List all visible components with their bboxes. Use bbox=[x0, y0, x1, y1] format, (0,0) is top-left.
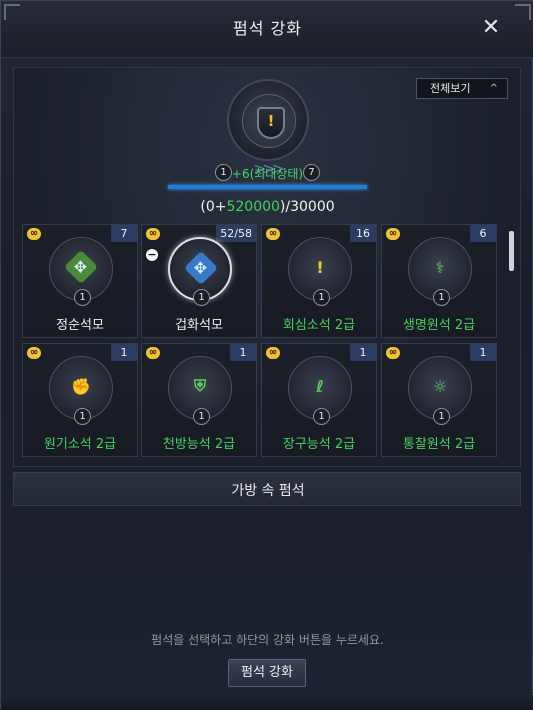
item-count: 52/58 bbox=[216, 225, 256, 242]
bone-gem-icon: ⚕ bbox=[428, 255, 452, 279]
item-count: 16 bbox=[350, 225, 376, 242]
infinite-icon: ∞ bbox=[266, 347, 280, 359]
shield-exclamation-gem-icon: ! bbox=[308, 255, 332, 279]
item-count: 1 bbox=[350, 344, 376, 361]
item-card[interactable]: ∞ 16! 1 회심소석 2급 bbox=[261, 224, 377, 338]
gem-glyph: ✊ bbox=[71, 376, 91, 396]
scrollbar-thumb[interactable] bbox=[509, 231, 514, 271]
infinite-icon: ∞ bbox=[266, 228, 280, 240]
item-count: 1 bbox=[230, 344, 256, 361]
item-card[interactable]: ∞ 1 ℓ 1 장구능석 2급 bbox=[261, 343, 377, 457]
remove-icon[interactable]: − bbox=[146, 249, 158, 261]
fist-gem-icon: ✊ bbox=[69, 374, 93, 398]
swirl-gem-icon: ℓ bbox=[308, 374, 332, 398]
infinite-icon: ∞ bbox=[146, 228, 160, 240]
level-badge-right: 7 bbox=[303, 164, 320, 181]
item-level-badge: 1 bbox=[313, 289, 330, 306]
item-card[interactable]: ∞ 1 ☼ 1 통찰원석 2급 bbox=[381, 343, 497, 457]
gem-glyph: ℓ bbox=[316, 376, 324, 396]
progress-close: )/30000 bbox=[279, 199, 335, 215]
gem-glyph: ✥ bbox=[194, 258, 208, 278]
green-diamond-gem-icon: ✥ bbox=[64, 250, 98, 284]
item-name: 생명원석 2급 bbox=[402, 318, 476, 333]
item-count: 1 bbox=[470, 344, 496, 361]
gem-glyph: ! bbox=[316, 257, 324, 277]
infinite-icon: ∞ bbox=[386, 228, 400, 240]
gem-glyph: ☼ bbox=[432, 376, 448, 396]
item-name: 겁화석모 bbox=[175, 318, 223, 333]
progress-bonus: 520000 bbox=[226, 199, 280, 215]
enhance-button[interactable]: 펌석 강화 bbox=[228, 659, 306, 687]
main-item-slot[interactable]: ! bbox=[227, 79, 309, 161]
item-card[interactable]: ∞ 1 ⛨ 1 천방능석 2급 bbox=[141, 343, 257, 457]
progress-text: (0+520000)/30000 bbox=[1, 199, 533, 215]
view-all-dropdown[interactable]: 전체보기 ^ bbox=[416, 78, 508, 99]
item-name: 회심소석 2급 bbox=[282, 318, 356, 333]
item-card[interactable]: ∞ 7 ✥ 1 정순석모 bbox=[22, 224, 138, 338]
shield-exclamation-icon: ! bbox=[257, 107, 285, 139]
item-name: 장구능석 2급 bbox=[282, 437, 356, 452]
view-all-label: 전체보기 bbox=[430, 82, 471, 95]
item-card[interactable]: ∞ − 52/58 ✥ 1 겁화석모 bbox=[141, 224, 257, 338]
item-level-badge: 1 bbox=[433, 289, 450, 306]
item-name: 천방능석 2급 bbox=[162, 437, 236, 452]
item-name: 원기소석 2급 bbox=[43, 437, 117, 452]
item-level-badge: 1 bbox=[74, 408, 91, 425]
item-level-badge: 1 bbox=[193, 408, 210, 425]
gem-glyph: ✥ bbox=[74, 257, 88, 277]
item-level-badge: 1 bbox=[193, 289, 210, 306]
item-count: 7 bbox=[111, 225, 137, 242]
title-bar: 펌석 강화 ✕ bbox=[1, 1, 533, 58]
gem-glyph: ⛨ bbox=[193, 376, 206, 395]
bottom-strip bbox=[1, 695, 533, 710]
hint-text: 펌석을 선택하고 하단의 강화 버튼을 누르세요. bbox=[151, 633, 384, 647]
item-level-badge: 1 bbox=[313, 408, 330, 425]
infinite-icon: ∞ bbox=[27, 347, 41, 359]
item-count: 6 bbox=[470, 225, 496, 242]
item-name: 정순석모 bbox=[56, 318, 104, 333]
blue-diamond-gem-icon: ✥ bbox=[184, 251, 218, 285]
progress-open: (0+ bbox=[200, 199, 227, 215]
item-level-badge: 1 bbox=[433, 408, 450, 425]
window-title: 펌석 강화 bbox=[233, 19, 302, 38]
enhance-window: 펌석 강화 ✕ 전체보기 ^ ! >>> 1 +6(최대상태) 7 (0+520… bbox=[0, 0, 533, 710]
infinite-icon: ∞ bbox=[27, 228, 41, 240]
gem-glyph: ⚕ bbox=[435, 257, 445, 277]
item-card[interactable]: ∞ 6 ⚕ 1 생명원석 2급 bbox=[381, 224, 497, 338]
item-count: 1 bbox=[111, 344, 137, 361]
item-card[interactable]: ∞ 1 ✊ 1 원기소석 2급 bbox=[22, 343, 138, 457]
chevron-up-icon: ^ bbox=[489, 83, 498, 94]
infinite-icon: ∞ bbox=[386, 347, 400, 359]
progress-bar bbox=[168, 185, 367, 189]
close-icon[interactable]: ✕ bbox=[478, 15, 504, 41]
shield-gem-icon: ⛨ bbox=[188, 374, 212, 398]
main-item-frame: ! bbox=[242, 94, 296, 148]
item-name: 통찰원석 2급 bbox=[402, 437, 476, 452]
main-item-level: +6(최대상태) bbox=[231, 167, 304, 181]
bag-section-header: 가방 속 펌석 bbox=[13, 472, 521, 506]
infinite-icon: ∞ bbox=[146, 347, 160, 359]
bag-section-title: 가방 속 펌석 bbox=[231, 483, 305, 499]
eye-gem-icon: ☼ bbox=[428, 374, 452, 398]
item-level-badge: 1 bbox=[74, 289, 91, 306]
